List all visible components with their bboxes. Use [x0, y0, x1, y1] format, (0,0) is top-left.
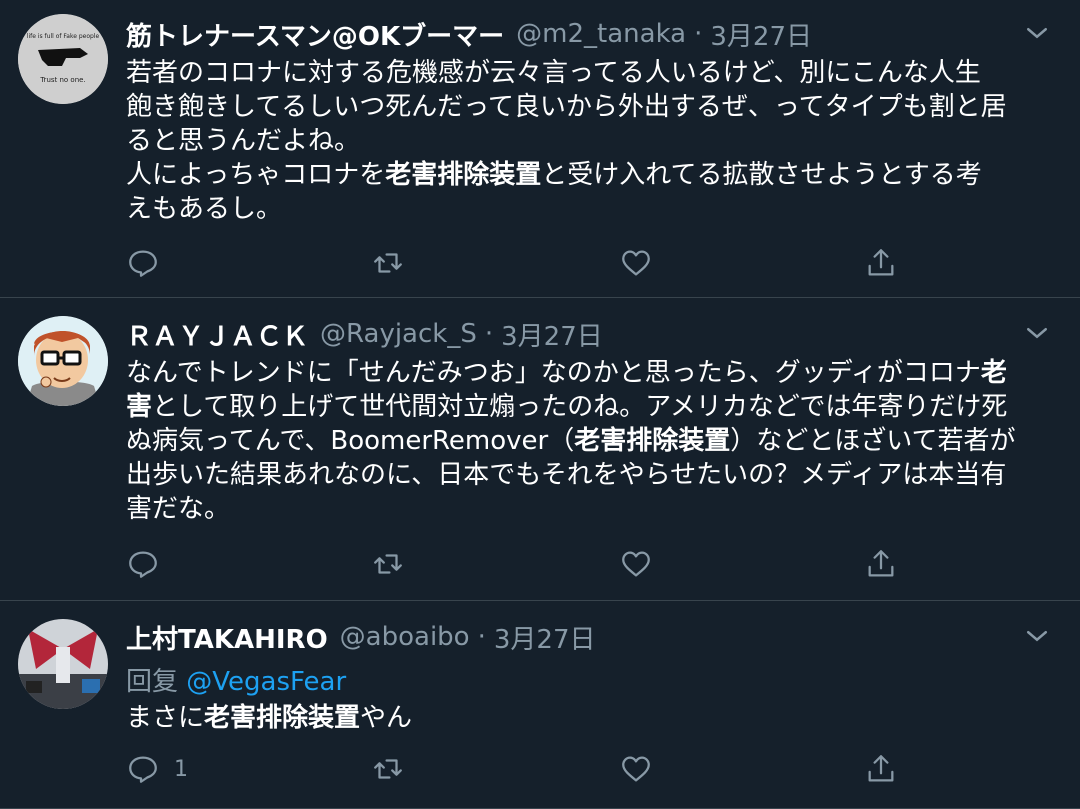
retweet-icon	[374, 554, 402, 574]
chevron-down-icon[interactable]	[1022, 318, 1052, 348]
reply-icon	[129, 551, 157, 578]
tweet-text-part: まさに	[126, 703, 205, 733]
like-button[interactable]	[619, 243, 653, 283]
tweet-text-part: やん	[360, 703, 413, 733]
avatar[interactable]	[18, 619, 108, 709]
display-name[interactable]: ＲＡＹＪＡＣＫ	[126, 316, 308, 353]
tweet[interactable]: 上村TAKAHIRO @aboaibo · 3月27日 回复 @VegasFea…	[0, 601, 1080, 809]
avatar-image	[18, 619, 108, 709]
avatar[interactable]	[18, 316, 108, 406]
reply-button[interactable]: 1	[126, 749, 188, 789]
tweet-text-bold: 老害排除装置	[204, 703, 361, 733]
retweet-icon	[374, 253, 402, 273]
separator-dot: ·	[484, 319, 494, 349]
tweet-header: 筋トレナースマン@OKブーマー @m2_tanaka · 3月27日	[126, 16, 812, 52]
separator-dot: ·	[477, 622, 486, 652]
tweet[interactable]: life is full of Fake people Trust no one…	[0, 0, 1080, 298]
avatar[interactable]: life is full of Fake people Trust no one…	[18, 14, 108, 104]
chevron-down-icon[interactable]	[1022, 621, 1052, 651]
tweet-text-part: なんでトレンドに「せんだみつお」なのかと思ったら、グッディがコロナ	[126, 358, 981, 388]
tweet-text: まさに老害排除装置やん	[126, 701, 1056, 735]
tweet-text-bold: 老害排除装置	[574, 426, 731, 456]
tweet-date[interactable]: 3月27日	[710, 16, 812, 53]
reply-prefix: 回复	[126, 667, 179, 697]
retweet-button[interactable]	[371, 544, 405, 584]
user-handle[interactable]: @Rayjack_S	[320, 319, 477, 349]
tweet-header: ＲＡＹＪＡＣＫ @Rayjack_S · 3月27日	[126, 316, 603, 352]
user-handle[interactable]: @aboaibo	[340, 622, 470, 652]
reply-button[interactable]	[126, 544, 174, 584]
reply-icon	[129, 250, 157, 277]
like-icon	[622, 756, 650, 782]
display-name[interactable]: 筋トレナースマン@OKブーマー	[126, 16, 504, 53]
tweet-text: 若者のコロナに対する危機感が云々言ってる人いるけど、別にこんな人生 飽き飽きして…	[126, 56, 1056, 226]
tweet-header: 上村TAKAHIRO @aboaibo · 3月27日	[126, 619, 596, 655]
replying-to: 回复 @VegasFear	[126, 661, 346, 698]
like-button[interactable]	[619, 749, 653, 789]
tweet-actions	[126, 243, 926, 283]
tweet-text: なんでトレンドに「せんだみつお」なのかと思ったら、グッディがコロナ老 害として取…	[126, 356, 1056, 526]
avatar-caption-top: life is full of Fake people	[27, 33, 100, 40]
avatar-caption-bottom: Trust no one.	[39, 76, 85, 84]
avatar-image: life is full of Fake people Trust no one…	[18, 14, 108, 104]
like-icon	[622, 551, 650, 577]
retweet-icon	[374, 759, 402, 779]
share-button[interactable]	[864, 243, 898, 283]
tweet-actions	[126, 544, 926, 584]
separator-dot: ·	[694, 19, 703, 49]
share-button[interactable]	[864, 544, 898, 584]
avatar-image	[18, 316, 108, 406]
tweet-text-bold: 老害排除装置	[385, 160, 542, 190]
retweet-button[interactable]	[371, 749, 405, 789]
tweet-date[interactable]: 3月27日	[501, 316, 603, 353]
like-button[interactable]	[619, 544, 653, 584]
retweet-button[interactable]	[371, 243, 405, 283]
chevron-down-icon[interactable]	[1022, 18, 1052, 48]
reply-icon	[129, 756, 157, 783]
reply-count: 1	[174, 756, 188, 782]
reply-mention-link[interactable]: @VegasFear	[186, 667, 346, 697]
tweet-date[interactable]: 3月27日	[494, 619, 596, 656]
share-icon	[868, 249, 894, 276]
display-name[interactable]: 上村TAKAHIRO	[126, 619, 328, 656]
user-handle[interactable]: @m2_tanaka	[516, 19, 686, 49]
like-icon	[622, 250, 650, 276]
tweet-actions: 1	[126, 749, 926, 789]
share-icon	[868, 755, 894, 782]
reply-button[interactable]	[126, 243, 174, 283]
share-icon	[868, 550, 894, 577]
share-button[interactable]	[864, 749, 898, 789]
tweet[interactable]: ＲＡＹＪＡＣＫ @Rayjack_S · 3月27日 なんでトレンドに「せんだみ…	[0, 298, 1080, 601]
